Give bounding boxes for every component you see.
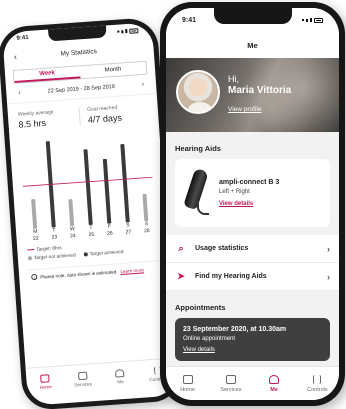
appointment-view-details-link[interactable]: View details <box>183 347 322 353</box>
services-icon <box>77 371 88 381</box>
status-time: 9:41 <box>182 16 197 24</box>
bottom-nav: Home Services Me Controls <box>166 366 339 400</box>
services-icon <box>225 374 236 384</box>
appointment-type: Online appointment <box>183 336 236 342</box>
estimate-note: i Please note, data shown is estimated. … <box>26 260 162 285</box>
profile-banner: Hi, Maria Vittoria View profile <box>166 58 339 132</box>
person-icon <box>269 374 280 384</box>
goal-reached-value: 4/7 days <box>87 112 123 125</box>
nav-me[interactable]: Me <box>253 367 296 400</box>
controls-icon <box>313 374 322 384</box>
appointment-date: 23 September 2020, at 10.30am <box>183 326 287 333</box>
page-title: My Statistics <box>60 47 98 58</box>
day-label: M 22 <box>32 228 39 243</box>
bar-f-26 <box>102 158 112 224</box>
weekly-average: Weekly average 8.5 hrs <box>18 108 80 130</box>
home-icon <box>182 374 193 384</box>
goal-reached: Goal reached 4/7 days <box>78 102 149 126</box>
me-screen: 9:41 Me Hi, Maria Vittoria View profile … <box>166 8 339 400</box>
usage-statistics-icon: ⌕ <box>178 243 184 253</box>
avatar[interactable] <box>176 70 220 114</box>
day-label: S 28 <box>144 220 150 235</box>
find-hearing-aids-icon: ➤ <box>177 271 185 281</box>
learn-more-link[interactable]: Learn more <box>120 267 144 274</box>
date-range: 22 Sep 2019 - 28 Sep 2019 <box>47 83 116 95</box>
bar-w-24 <box>68 199 75 227</box>
status-icons <box>117 27 139 34</box>
bar-m-22 <box>31 199 38 229</box>
chevron-left-icon[interactable]: ‹ <box>18 90 21 97</box>
nav-controls[interactable]: Controls <box>296 367 339 400</box>
day-label: T 25 <box>88 224 95 239</box>
page-title: Me <box>166 32 339 58</box>
legend-achieved: Target achieved <box>83 250 124 258</box>
bar-s-27 <box>120 144 130 223</box>
menu-item-label: Find my Hearing Aids <box>195 273 267 280</box>
usage-bar-chart <box>20 129 156 230</box>
nav-home[interactable]: Home <box>166 367 209 400</box>
day-label: S 27 <box>125 222 132 236</box>
device-name: ampli-connect B 3 <box>219 179 280 186</box>
greeting: Hi, <box>228 74 239 84</box>
day-label: F 26 <box>106 223 113 237</box>
bottom-nav: Home Services Me Controls <box>25 357 178 398</box>
bar-chart-svg <box>22 141 153 229</box>
me-menu: ⌕ Usage statistics › ➤ Find my Hearing A… <box>166 235 339 291</box>
chevron-right-icon: › <box>327 271 330 282</box>
statistics-phone: 9:41 ‹ My Statistics Week Month ‹ 22 Sep… <box>0 16 184 409</box>
me-phone: 9:41 Me Hi, Maria Vittoria View profile … <box>160 2 345 406</box>
weekly-average-value: 8.5 hrs <box>18 117 47 130</box>
back-arrow-icon[interactable]: ‹ <box>14 52 18 62</box>
menu-item-label: Usage statistics <box>195 245 249 252</box>
nav-services[interactable]: Services <box>209 367 252 400</box>
chevron-right-icon[interactable]: › <box>142 81 145 88</box>
chevron-right-icon: › <box>327 243 330 254</box>
bar-t-25 <box>83 149 93 226</box>
view-details-link[interactable]: View details <box>219 201 279 207</box>
device-side: Left + Right <box>219 189 250 195</box>
day-label: T 23 <box>51 227 58 241</box>
home-icon <box>40 374 50 383</box>
view-profile-link[interactable]: View profile <box>228 106 261 113</box>
nav-home[interactable]: Home <box>26 366 65 398</box>
bar-s-28 <box>142 193 149 222</box>
appointments-heading: Appointments <box>175 303 226 312</box>
note-text: Please note, data shown is estimated. <box>40 268 118 280</box>
statistics-screen: 9:41 ‹ My Statistics Week Month ‹ 22 Sep… <box>2 22 178 406</box>
nav-services[interactable]: Services <box>63 364 102 396</box>
status-icons <box>302 17 323 23</box>
nav-me[interactable]: Me <box>100 361 139 393</box>
legend-not-achieved: Target not achieved <box>27 253 76 262</box>
phone-notch <box>213 8 292 24</box>
status-time: 9:41 <box>16 34 29 42</box>
menu-item-find-hearing-aids[interactable]: ➤ Find my Hearing Aids › <box>166 263 339 291</box>
hearing-aid-card[interactable]: ampli-connect B 3 Left + Right View deta… <box>175 159 330 227</box>
hearing-aids-heading: Hearing Aids <box>175 144 221 153</box>
appointment-card[interactable]: 23 September 2020, at 10.30am Online app… <box>175 318 330 361</box>
menu-item-usage-statistics[interactable]: ⌕ Usage statistics › <box>166 235 339 263</box>
battery-icon <box>314 17 323 23</box>
battery-icon <box>129 27 139 34</box>
info-icon: i <box>31 274 38 281</box>
person-icon <box>115 368 125 378</box>
day-label: W 24 <box>69 226 76 240</box>
user-name: Maria Vittoria <box>228 85 292 96</box>
hearing-aid-image <box>183 167 211 219</box>
